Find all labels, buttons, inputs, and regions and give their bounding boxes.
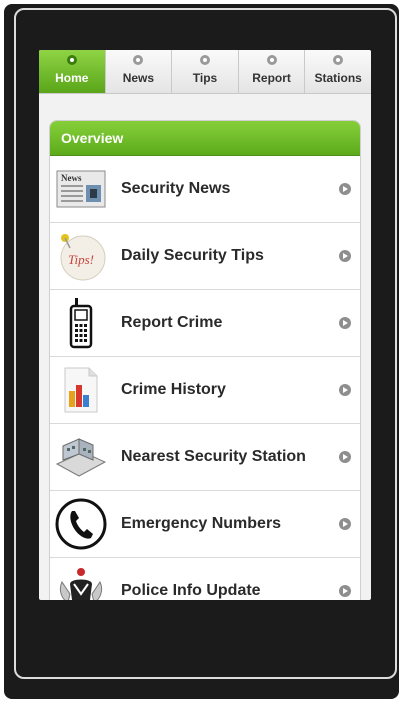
chevron-right-icon [339,250,351,262]
home-icon [66,55,77,65]
chevron-right-icon [339,518,351,530]
chevron-right-icon [339,384,351,396]
list-item-daily-security-tips[interactable]: Tips! Daily Security Tips [50,223,360,290]
app-screen: Home News Tips Report Stations Overview [39,50,371,600]
list-item-security-news[interactable]: News Security News [50,156,360,223]
tab-tips[interactable]: Tips [172,50,239,93]
list-item-label: Daily Security Tips [121,247,264,264]
tips-badge-icon: Tips! [52,228,110,284]
tab-home[interactable]: Home [39,50,106,93]
list-item-label: Report Crime [121,314,223,331]
svg-text:News: News [61,173,82,183]
chevron-right-icon [339,585,351,597]
bar-chart-document-icon [52,362,110,418]
overview-header: Overview [50,121,360,156]
list-item-label: Emergency Numbers [121,515,282,532]
chevron-right-icon [339,183,351,195]
chevron-right-icon [339,317,351,329]
tab-label: Home [55,71,89,85]
stations-icon [333,55,344,65]
overview-panel: Overview News Security News Tips! Daily … [49,120,361,600]
news-icon [133,55,144,65]
tab-label: Tips [192,71,218,85]
chevron-right-icon [339,451,351,463]
list-item-label: Nearest Security Station [121,448,306,465]
list-item-label: Crime History [121,381,226,398]
list-item-report-crime[interactable]: Report Crime [50,290,360,357]
tab-label: Stations [314,71,362,85]
list-item-label: Police Info Update [121,582,261,599]
list-item-emergency-numbers[interactable]: Emergency Numbers [50,491,360,558]
tips-icon [199,55,210,65]
list-item-police-info-update[interactable]: Police Info Update [50,558,360,600]
report-icon [266,55,277,65]
tab-report[interactable]: Report [239,50,306,93]
phone-frame: Home News Tips Report Stations Overview [4,4,399,699]
mobile-phone-icon [52,295,110,351]
building-icon [52,429,110,485]
newspaper-icon: News [52,161,110,217]
coat-of-arms-icon [52,563,110,600]
tab-label: Report [252,71,291,85]
tab-stations[interactable]: Stations [305,50,371,93]
telephone-handset-icon [52,496,110,552]
tab-label: News [122,71,155,85]
list-item-label: Security News [121,180,231,197]
tab-news[interactable]: News [106,50,173,93]
tab-bar: Home News Tips Report Stations [39,50,371,94]
list-item-crime-history[interactable]: Crime History [50,357,360,424]
list-item-nearest-security-station[interactable]: Nearest Security Station [50,424,360,491]
tips-badge-text: Tips! [68,252,94,267]
